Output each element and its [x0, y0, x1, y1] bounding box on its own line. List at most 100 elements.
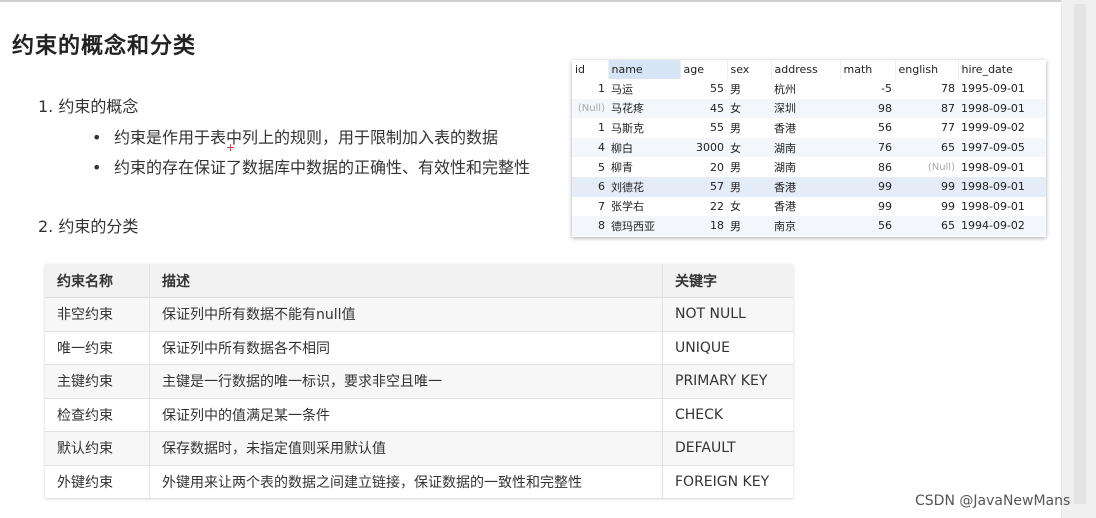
constraint-keyword: FOREIGN KEY: [662, 464, 793, 498]
table-row: 检查约束 保证列中的值满足某一条件 CHECK: [45, 397, 793, 432]
cell: 1999-09-02: [961, 121, 1025, 135]
scrollbar-thumb[interactable]: [1074, 4, 1086, 504]
constraint-description: 保证列中所有数据各不相同: [149, 330, 663, 365]
cell: 女: [727, 137, 771, 158]
bullet-item: • 约束的存在保证了数据库中数据的正确性、有效性和完整性: [92, 154, 530, 178]
scrollbar[interactable]: [1062, 0, 1096, 518]
bullet-dot-icon: •: [92, 128, 102, 147]
watermark: CSDN @JavaNewMans: [915, 493, 1071, 509]
cell: 男: [727, 176, 771, 197]
cell: 20: [710, 160, 724, 174]
constraint-name: 非空约束: [45, 297, 150, 331]
cell: 马运: [611, 82, 633, 96]
cell: 99: [840, 176, 895, 197]
column-header[interactable]: sex: [727, 60, 772, 79]
constraint-description: 保证列中的值满足某一条件: [149, 397, 663, 432]
cell: 65: [895, 137, 958, 158]
constraint-description: 保证列中所有数据不能有null值: [149, 297, 663, 331]
constraint-description: 保存数据时，未指定值则采用默认值: [149, 431, 663, 465]
cell: 22: [710, 199, 724, 213]
cell: 男: [730, 121, 741, 135]
cell: 77: [941, 121, 955, 135]
table-row[interactable]: 5 柳青 20 男 湖南 86 (Null) 1998-09-01: [572, 157, 1046, 177]
cell: 香港: [771, 176, 840, 197]
constraint-name: 主键约束: [45, 364, 150, 398]
cell: 1997-09-05: [958, 137, 1046, 158]
constraint-keyword: CHECK: [662, 397, 793, 432]
constraint-keyword: DEFAULT: [662, 431, 793, 465]
cell: 55: [710, 121, 724, 135]
cell: 女: [730, 200, 741, 214]
cell: 女: [727, 98, 771, 119]
cell: 86: [878, 160, 892, 174]
cell: 4: [572, 137, 608, 158]
cell: 刘德花: [608, 176, 680, 197]
cell: 1994-09-02: [958, 216, 1046, 236]
column-header[interactable]: english: [895, 60, 959, 79]
section-concept-heading: 1. 约束的概念: [38, 97, 139, 116]
table-row: 非空约束 保证列中所有数据不能有null值 NOT NULL: [45, 297, 793, 331]
column-header[interactable]: address: [771, 60, 841, 79]
constraint-name: 唯一约束: [45, 330, 150, 365]
page-title: 约束的概念和分类: [12, 34, 197, 59]
constraint-name: 检查约束: [45, 397, 150, 432]
column-header-selected[interactable]: name: [608, 60, 681, 79]
table-row: 外键约束 外键用来让两个表的数据之间建立链接，保证数据的一致性和完整性 FORE…: [45, 464, 793, 498]
cell: 45: [680, 98, 727, 119]
cell: 香港: [774, 121, 796, 135]
text-cursor-icon: +: [226, 141, 236, 154]
cell: 1995-09-01: [961, 82, 1025, 96]
table-row[interactable]: 8 德玛西亚 18 男南京 56 65 1994-09-02: [572, 216, 1046, 236]
cell: 56: [840, 216, 895, 236]
cell: 5: [598, 160, 605, 174]
table-row[interactable]: 1 马斯克 55 男 香港 56 77 1999-09-02: [572, 118, 1046, 138]
cell: 男: [730, 161, 741, 175]
table-row[interactable]: 6 刘德花 57 男香港 99 99 1998-09-01: [572, 176, 1046, 197]
constraint-types-table: 约束名称 描述 关键字 非空约束 保证列中所有数据不能有null值 NOT NU…: [45, 264, 793, 498]
table-row[interactable]: 1 马运 55 男 杭州 -5 78 1995-09-01: [572, 79, 1046, 99]
table-row[interactable]: 4 柳白 3000 女湖南 76 65 1997-09-05: [572, 137, 1046, 158]
column-header[interactable]: hire_date: [958, 60, 1046, 79]
cell: 57: [680, 176, 727, 197]
constraint-header-row: 约束名称 描述 关键字: [45, 264, 793, 298]
bullet-text: 约束是作用于表中列上的规则，用于限制加入表的数据: [114, 128, 499, 147]
constraint-keyword: NOT NULL: [662, 297, 793, 331]
cell: 1: [598, 121, 605, 135]
cell: 香港: [774, 200, 796, 214]
cell: 1: [598, 82, 605, 96]
cell: 18: [680, 216, 727, 236]
column-header[interactable]: age: [680, 60, 728, 79]
top-border: [0, 0, 1096, 2]
bullet-text: 约束的存在保证了数据库中数据的正确性、有效性和完整性: [114, 158, 531, 177]
cell: 德玛西亚: [608, 216, 680, 236]
table-row[interactable]: (Null) 马花疼 45 女深圳 98 87 1998-09-01: [572, 98, 1046, 119]
column-header[interactable]: math: [840, 60, 896, 79]
constraint-name: 默认约束: [45, 431, 150, 465]
constraint-name: 外键约束: [45, 464, 150, 498]
cell-null: (Null): [572, 98, 608, 119]
cell: -5: [881, 82, 892, 96]
constraint-description: 主键是一行数据的唯一标识，要求非空且唯一: [149, 364, 663, 398]
cell: 6: [572, 176, 608, 197]
column-header[interactable]: id: [572, 60, 609, 79]
cell: 柳青: [611, 161, 633, 175]
table-row[interactable]: 7 张学右 22 女 香港 99 99 1998-09-01: [572, 197, 1046, 217]
cell: 湖南: [771, 137, 840, 158]
cell: 1998-09-01: [958, 176, 1046, 197]
cell: 柳白: [608, 137, 680, 158]
cell: 1998-09-01: [961, 199, 1025, 213]
column-header-name: 约束名称: [45, 264, 150, 298]
bullet-item: • 约束是作用于表中列上的规则，用于限制加入表的数据: [92, 124, 498, 148]
table-row: 默认约束 保存数据时，未指定值则采用默认值 DEFAULT: [45, 431, 793, 465]
cell: 78: [941, 82, 955, 96]
table-row: 唯一约束 保证列中所有数据各不相同 UNIQUE: [45, 330, 793, 365]
table-row: 主键约束 主键是一行数据的唯一标识，要求非空且唯一 PRIMARY KEY: [45, 364, 793, 398]
sample-data-table: id name age sex address math english hir…: [572, 60, 1046, 237]
section-classification-heading: 2. 约束的分类: [38, 217, 139, 236]
constraint-keyword: UNIQUE: [662, 330, 793, 365]
cell: 南京: [771, 216, 840, 236]
cell: 7: [598, 199, 605, 213]
bullet-dot-icon: •: [92, 158, 102, 177]
constraint-keyword: PRIMARY KEY: [662, 364, 793, 398]
cell: 55: [710, 82, 724, 96]
